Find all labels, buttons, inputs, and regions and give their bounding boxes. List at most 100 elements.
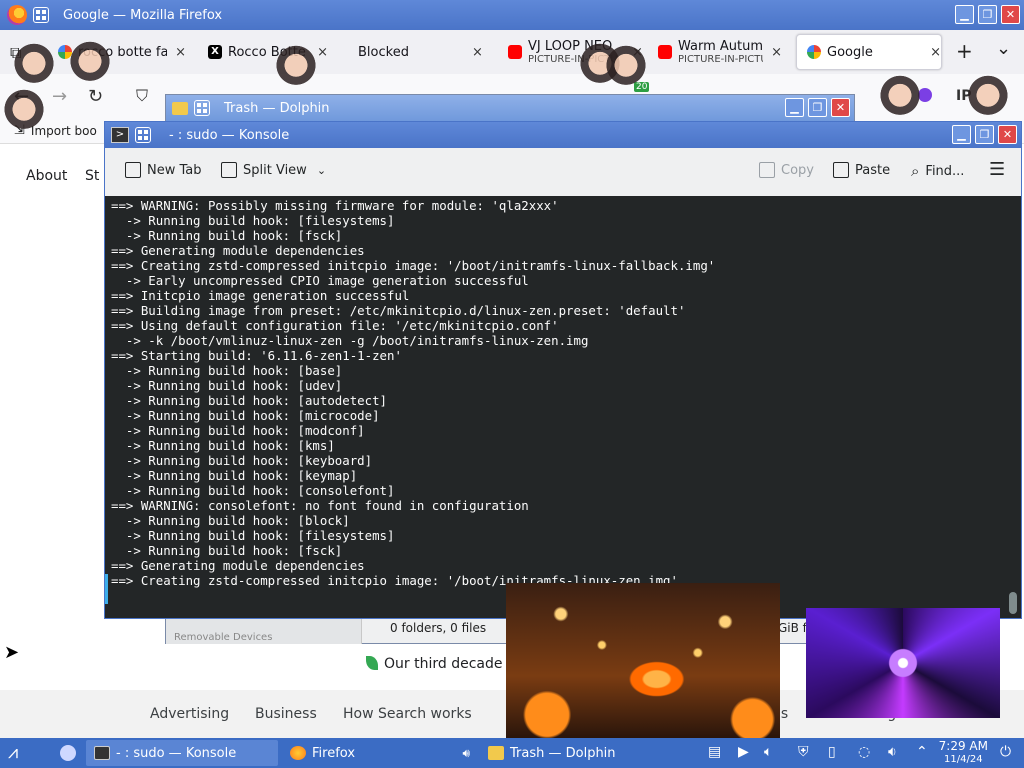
terminal-line: ==> WARNING: consolefont: no font found … xyxy=(111,498,529,513)
tab-close-icon[interactable]: × xyxy=(771,45,782,60)
search-icon: ⌕ xyxy=(911,162,920,180)
copy-icon xyxy=(759,162,775,178)
pip-video-warm-autumn[interactable] xyxy=(506,583,780,738)
places-panel: Removable Devices xyxy=(166,616,362,644)
minimize-button[interactable]: ▁ xyxy=(952,125,971,144)
media-play-icon[interactable]: ▶ xyxy=(738,744,749,760)
find-button[interactable]: ⌕ Find... xyxy=(911,162,964,180)
tab-blocked[interactable]: Blocked × xyxy=(358,34,488,70)
power-icon[interactable]: ⏻ xyxy=(1000,744,1011,760)
window-menu-icon[interactable] xyxy=(135,127,151,143)
vpn-shield-icon[interactable]: ⛨ xyxy=(798,744,809,760)
task-dolphin[interactable]: Trash — Dolphin xyxy=(480,740,696,766)
youtube-favicon-icon xyxy=(658,45,672,59)
terminal-line: -> Running build hook: [block] xyxy=(111,513,350,528)
tab-close-icon[interactable]: × xyxy=(930,45,941,60)
x-favicon-icon: X xyxy=(208,45,222,59)
youtube-favicon-icon xyxy=(508,45,522,59)
audio-icon[interactable]: 🔉︎ xyxy=(888,744,897,760)
sticker-image xyxy=(4,84,44,130)
paste-icon xyxy=(833,162,849,178)
dolphin-window-title: Trash — Dolphin xyxy=(224,100,330,116)
konsole-toolbar: New Tab Split View ⌄ Copy Paste ⌕ Find..… xyxy=(105,148,1021,196)
new-tab-button[interactable]: + xyxy=(956,39,973,63)
reload-icon[interactable]: ↻ xyxy=(88,86,103,107)
minimize-button[interactable]: ▁ xyxy=(955,5,974,24)
clipboard-icon[interactable]: ▤ xyxy=(708,744,721,760)
terminal-line: ==> Creating zstd-compressed initcpio im… xyxy=(111,258,716,273)
terminal-line: ==> WARNING: Possibly missing firmware f… xyxy=(111,198,559,213)
list-all-tabs-icon[interactable]: ⌄ xyxy=(996,38,1011,59)
business-link[interactable]: Business xyxy=(255,706,317,722)
split-view-icon xyxy=(221,162,237,178)
advertising-link[interactable]: Advertising xyxy=(150,706,229,722)
copy-button[interactable]: Copy xyxy=(759,162,814,178)
tray-expand-icon[interactable]: ⌃ xyxy=(916,744,928,760)
terminal-scrollbar[interactable] xyxy=(1009,592,1017,614)
taskbar: ⩘ - : sudo — Konsole Firefox 🔊︎ Trash — … xyxy=(0,738,1024,768)
terminal-line: -> Running build hook: [fsck] xyxy=(111,543,343,558)
terminal-line: -> Running build hook: [filesystems] xyxy=(111,213,395,228)
scroll-marker xyxy=(105,574,108,604)
task-firefox[interactable]: Firefox 🔊︎ xyxy=(282,740,476,766)
terminal-line: ==> Generating module dependencies xyxy=(111,558,365,573)
forward-icon[interactable]: → xyxy=(52,86,67,107)
close-button[interactable]: ✕ xyxy=(998,125,1017,144)
new-tab-icon xyxy=(125,162,141,178)
removable-devices-label: Removable Devices xyxy=(174,632,273,643)
terminal-line: -> Early uncompressed CPIO image generat… xyxy=(111,273,529,288)
shield-icon[interactable]: ⛉ xyxy=(136,86,148,106)
terminal-line: -> Running build hook: [kms] xyxy=(111,438,335,453)
store-link[interactable]: St xyxy=(85,168,99,184)
tab-close-icon[interactable]: × xyxy=(472,45,483,60)
sticker-image xyxy=(880,70,920,116)
firefox-icon xyxy=(290,746,306,760)
terminal-output[interactable]: ==> WARNING: Possibly missing firmware f… xyxy=(105,196,1021,618)
update-icon[interactable]: ◌ xyxy=(858,744,870,760)
about-link[interactable]: About xyxy=(26,168,67,184)
minimize-button[interactable]: ▁ xyxy=(785,98,804,117)
chevron-down-icon: ⌄ xyxy=(316,163,327,177)
app-launcher-icon[interactable]: ⩘ xyxy=(8,742,18,763)
tab-close-icon[interactable]: × xyxy=(317,45,328,60)
notes-icon[interactable]: ▯ xyxy=(828,744,836,760)
terminal-line: -> Running build hook: [modconf] xyxy=(111,423,365,438)
tab-google[interactable]: Google × xyxy=(796,34,942,70)
terminal-line: -> Running build hook: [autodetect] xyxy=(111,393,388,408)
maximize-button[interactable]: ❐ xyxy=(978,5,997,24)
dolphin-titlebar: Trash — Dolphin ▁ ❐ ✕ xyxy=(166,95,854,121)
close-button[interactable]: ✕ xyxy=(1001,5,1020,24)
paste-button[interactable]: Paste xyxy=(833,162,890,178)
konsole-window: > - : sudo — Konsole ▁ ❐ ✕ New Tab Split… xyxy=(104,121,1022,619)
volume-icon[interactable]: 🔈︎ xyxy=(764,744,772,760)
browser-launcher-icon[interactable] xyxy=(60,745,76,761)
import-bookmarks-link[interactable]: Import boo xyxy=(31,124,97,138)
terminal-line: -> Running build hook: [base] xyxy=(111,363,343,378)
terminal-line: -> Running build hook: [keymap] xyxy=(111,468,358,483)
window-menu-icon[interactable] xyxy=(194,100,210,116)
how-search-works-link[interactable]: How Search works xyxy=(343,706,472,722)
task-konsole[interactable]: - : sudo — Konsole xyxy=(86,740,278,766)
sticker-image xyxy=(14,38,54,84)
terminal-line: ==> Starting build: '6.11.6-zen1-1-zen' xyxy=(111,348,402,363)
split-view-button[interactable]: Split View ⌄ xyxy=(221,162,326,178)
leaf-icon xyxy=(366,656,378,670)
folder-icon xyxy=(172,101,188,115)
clock[interactable]: 7:29 AM 11/4/24 xyxy=(939,740,988,766)
sticker-image xyxy=(70,36,110,82)
hamburger-menu-icon[interactable]: ☰ xyxy=(989,159,1005,180)
terminal-line: -> Running build hook: [fsck] xyxy=(111,228,343,243)
new-tab-button[interactable]: New Tab xyxy=(125,162,202,178)
extension-icon[interactable] xyxy=(918,88,932,102)
pip-video-vj-loop[interactable] xyxy=(806,608,1000,718)
window-menu-icon[interactable] xyxy=(33,7,49,23)
maximize-button[interactable]: ❐ xyxy=(975,125,994,144)
sticker-image xyxy=(968,70,1008,116)
folder-icon xyxy=(488,746,504,760)
tab-close-icon[interactable]: × xyxy=(175,45,186,60)
sticker-image xyxy=(606,40,646,86)
close-button[interactable]: ✕ xyxy=(831,98,850,117)
audio-playing-icon: 🔊︎ xyxy=(462,745,470,760)
tab-warm-autumn[interactable]: Warm Autumn PICTURE-IN-PICTU × xyxy=(658,34,782,70)
maximize-button[interactable]: ❐ xyxy=(808,98,827,117)
